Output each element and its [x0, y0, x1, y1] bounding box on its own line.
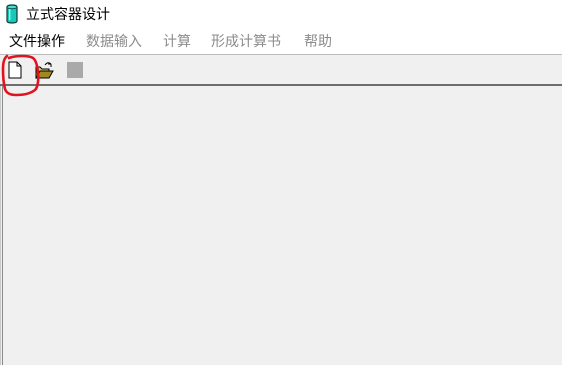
stop-icon: [67, 62, 83, 78]
menu-bar: 文件操作 数据输入 计算 形成计算书 帮助: [0, 30, 562, 54]
app-window: 立式容器设计 文件操作 数据输入 计算 形成计算书 帮助: [0, 0, 562, 365]
app-cylinder-icon: [6, 4, 18, 24]
window-title: 立式容器设计: [26, 7, 110, 23]
title-bar[interactable]: 立式容器设计: [0, 0, 562, 30]
open-folder-button[interactable]: [33, 59, 55, 81]
client-edge: [2, 86, 3, 365]
menu-data-input[interactable]: 数据输入: [86, 33, 142, 51]
toolbar: [0, 55, 562, 84]
new-file-button[interactable]: [4, 59, 26, 81]
menu-file-operations[interactable]: 文件操作: [9, 33, 65, 51]
menu-calculate[interactable]: 计算: [163, 33, 191, 51]
menu-help[interactable]: 帮助: [304, 33, 332, 51]
menu-generate-report[interactable]: 形成计算书: [211, 33, 281, 51]
new-file-icon: [8, 61, 22, 79]
open-folder-icon: [35, 62, 54, 79]
client-area[interactable]: [0, 86, 562, 365]
stop-button[interactable]: [64, 59, 86, 81]
